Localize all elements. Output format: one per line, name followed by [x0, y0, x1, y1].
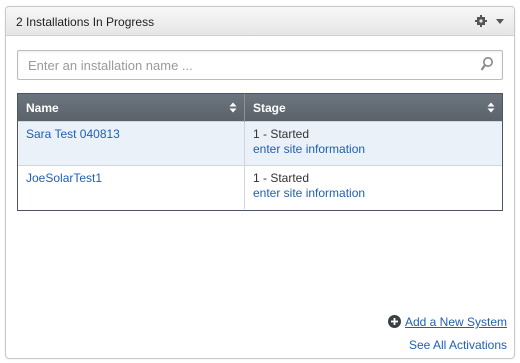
- column-header-label: Name: [26, 100, 59, 115]
- table-cell-name: JoeSolarTest1: [18, 165, 245, 209]
- table-cell-stage: 1 - Started enter site information: [244, 121, 502, 166]
- table-cell-name: Sara Test 040813: [18, 121, 245, 166]
- enter-site-information-link[interactable]: enter site information: [253, 142, 494, 157]
- stage-text: 1 - Started: [253, 171, 310, 185]
- stage-text: 1 - Started: [253, 127, 310, 141]
- add-system-action: Add a New System: [387, 315, 507, 329]
- table-header-row: Name Stage: [18, 94, 502, 122]
- gear-icon[interactable]: [474, 14, 488, 28]
- table-row[interactable]: Sara Test 040813 1 - Started enter site …: [18, 121, 502, 166]
- table-row[interactable]: JoeSolarTest1 1 - Started enter site inf…: [18, 165, 502, 209]
- panel-title: 2 Installations In Progress: [16, 15, 155, 29]
- table-cell-stage: 1 - Started enter site information: [244, 165, 502, 209]
- chevron-down-icon[interactable]: [495, 15, 505, 27]
- panel-header: 2 Installations In Progress: [6, 7, 514, 36]
- sort-icon[interactable]: [487, 102, 495, 113]
- enter-site-information-link[interactable]: enter site information: [253, 186, 494, 201]
- installation-name-link[interactable]: Sara Test 040813: [26, 127, 120, 141]
- column-header-stage[interactable]: Stage: [244, 94, 502, 122]
- installation-name-link[interactable]: JoeSolarTest1: [26, 171, 102, 185]
- add-new-system-link[interactable]: Add a New System: [405, 315, 507, 329]
- search-icon[interactable]: [480, 56, 494, 72]
- see-all-action: See All Activations: [409, 338, 507, 352]
- installations-table: Name Stage Sara Test 040813 1 - Started …: [17, 93, 503, 211]
- column-header-name[interactable]: Name: [18, 94, 245, 122]
- installations-panel: 2 Installations In Progress Name: [5, 6, 515, 359]
- see-all-activations-link[interactable]: See All Activations: [409, 338, 507, 352]
- search-input[interactable]: [18, 51, 468, 79]
- column-header-label: Stage: [253, 100, 286, 115]
- search-box: [17, 50, 503, 80]
- sort-icon[interactable]: [229, 102, 237, 113]
- add-circle-icon[interactable]: [387, 315, 401, 328]
